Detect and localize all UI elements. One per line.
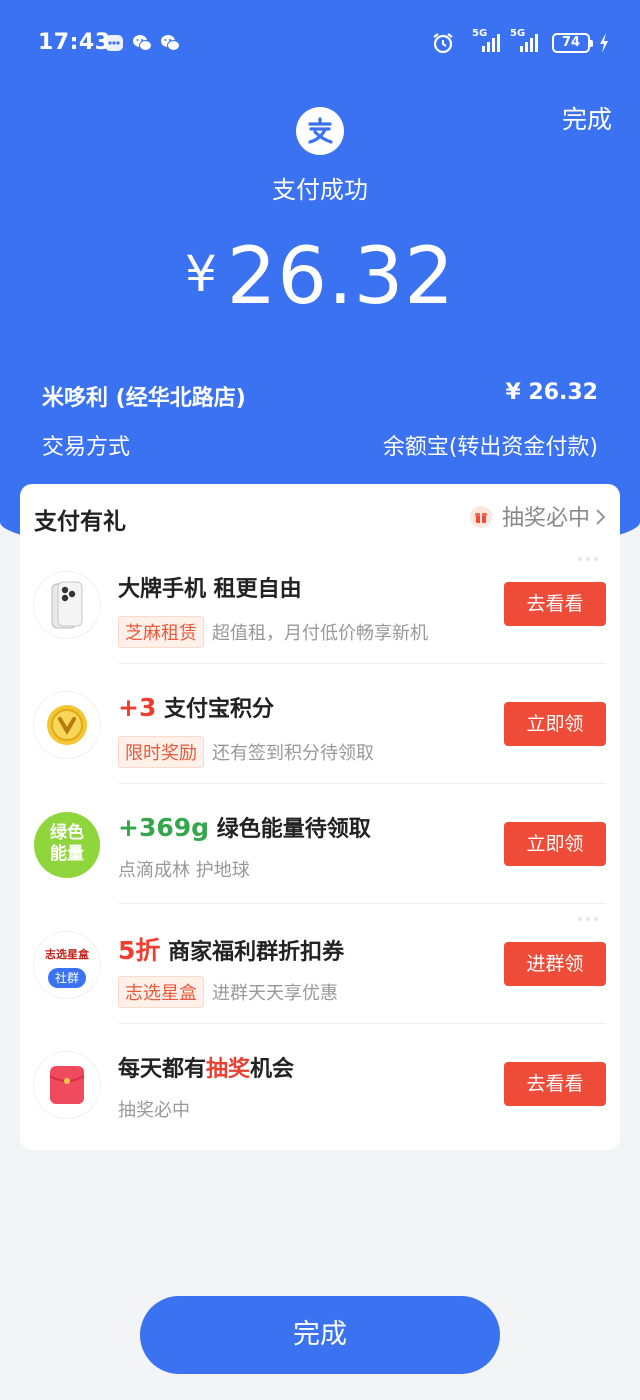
more-dots-icon[interactable] — [578, 906, 602, 921]
reward-title: +3 支付宝积分 — [118, 691, 274, 723]
reward-subtitle: 还有签到积分待领取 — [212, 743, 374, 764]
reward-title-text: 商家福利群折扣券 — [168, 940, 345, 965]
reward-title: 每天都有抽奖机会 — [118, 1051, 294, 1083]
reward-highlight: +3 — [118, 693, 157, 722]
lottery-gift-icon — [469, 506, 492, 528]
done-button[interactable]: 完成 — [140, 1296, 500, 1374]
reward-tag: 志选星盒 — [118, 976, 204, 1008]
currency-symbol: ¥ — [184, 245, 217, 303]
merchant-name: 米哆利 (经华北路店) — [42, 386, 246, 411]
reward-item-daily-lottery[interactable]: 每天都有抽奖机会 抽奖必中 去看看 — [20, 1024, 620, 1144]
reward-tag: 限时奖励 — [118, 736, 204, 768]
join-group-button[interactable]: 进群领 — [504, 942, 606, 986]
reward-title: 5折 商家福利群折扣券 — [118, 931, 344, 967]
group-logo-text: 志选星盒 — [45, 948, 89, 961]
red-envelope-icon — [34, 1052, 100, 1118]
status-icons: 5G 5G 74 — [390, 28, 610, 56]
reward-subtitle: 抽奖必中 — [118, 1100, 190, 1121]
payment-amount: ¥26.32 — [0, 232, 640, 322]
rewards-title: 支付有礼 — [34, 509, 126, 535]
status-time: 17:43 — [38, 30, 111, 55]
alarm-icon — [433, 33, 453, 54]
message-notification-icon — [105, 35, 123, 51]
chevron-right-icon — [596, 509, 606, 525]
wechat-notification-icon — [161, 35, 180, 51]
reward-item-merchant-group[interactable]: 志选星盒 社群 5折 商家福利群折扣券 志选星盒 进群天天享优惠 进群领 — [20, 904, 620, 1024]
payment-status-text: 支付成功 — [272, 176, 368, 204]
reward-subtitle: 进群天天享优惠 — [212, 983, 338, 1004]
claim-now-button[interactable]: 立即领 — [504, 702, 606, 746]
more-dots-icon[interactable] — [578, 546, 602, 561]
phone-thumbnail-icon — [34, 572, 100, 638]
reward-subtitle-row: 志选星盒 进群天天享优惠 — [118, 976, 338, 1008]
reward-title-text: 每天都有 — [118, 1057, 207, 1082]
reward-highlight: +369g — [118, 813, 210, 842]
amount-value: 26.32 — [226, 232, 456, 322]
lottery-link-label: 抽奖必中 — [501, 506, 590, 531]
merchant-row: 米哆利 (经华北路店) ¥ 26.32 — [42, 380, 598, 412]
merchant-amount: ¥ 26.32 — [505, 380, 598, 405]
reward-item-green-energy[interactable]: 绿色 能量 +369g 绿色能量待领取 点滴成林 护地球 立即领 — [20, 784, 620, 904]
merchant-group-logo-icon: 志选星盒 社群 — [34, 932, 100, 998]
reward-subtitle-row: 限时奖励 还有签到积分待领取 — [118, 736, 374, 768]
battery-icon: 74 — [552, 33, 593, 53]
payment-method-value: 余额宝(转出资金付款) — [382, 435, 598, 460]
reward-tag: 芝麻租赁 — [118, 616, 204, 648]
reward-highlight: 抽奖 — [206, 1057, 251, 1082]
energy-thumb-text: 能量 — [50, 844, 84, 864]
reward-item-points[interactable]: +3 支付宝积分 限时奖励 还有签到积分待领取 立即领 — [20, 664, 620, 784]
go-see-button[interactable]: 去看看 — [504, 582, 606, 626]
reward-title-text: 绿色能量待领取 — [216, 817, 371, 842]
claim-now-button[interactable]: 立即领 — [504, 822, 606, 866]
status-bar: 17:43 5G 5G 74 — [0, 0, 640, 86]
signal-icon: 5G — [472, 28, 502, 54]
rewards-card: 支付有礼 抽奖必中 大牌手机 租更自由 芝麻租赁 超值租，月付低价畅享新机 去看看 — [20, 484, 620, 1150]
go-see-button[interactable]: 去看看 — [504, 1062, 606, 1106]
reward-subtitle: 超值租，月付低价畅享新机 — [212, 623, 428, 644]
reward-subtitle-row: 芝麻租赁 超值租，月付低价畅享新机 — [118, 616, 428, 648]
reward-item-phone-rental[interactable]: 大牌手机 租更自由 芝麻租赁 超值租，月付低价畅享新机 去看看 — [20, 544, 620, 664]
reward-title-text: 机会 — [250, 1057, 295, 1082]
reward-title: +369g 绿色能量待领取 — [118, 811, 371, 843]
green-energy-icon: 绿色 能量 — [34, 812, 100, 878]
reward-title-text: 支付宝积分 — [164, 697, 275, 722]
lottery-link[interactable]: 抽奖必中 — [469, 500, 606, 531]
signal-icon: 5G — [510, 28, 540, 54]
reward-title: 大牌手机 租更自由 — [118, 577, 302, 602]
payment-method-label: 交易方式 — [42, 435, 131, 460]
alipay-logo-icon — [296, 107, 344, 155]
group-badge: 社群 — [48, 968, 86, 988]
charging-icon — [600, 33, 608, 53]
reward-subtitle: 点滴成林 护地球 — [118, 860, 250, 881]
wechat-notification-icon — [133, 35, 152, 51]
points-coin-icon — [34, 692, 100, 758]
energy-thumb-text: 绿色 — [50, 823, 84, 843]
done-link-top[interactable]: 完成 — [562, 100, 612, 136]
payment-method-row: 交易方式 余额宝(转出资金付款) — [42, 429, 598, 461]
reward-highlight: 5折 — [118, 936, 161, 965]
